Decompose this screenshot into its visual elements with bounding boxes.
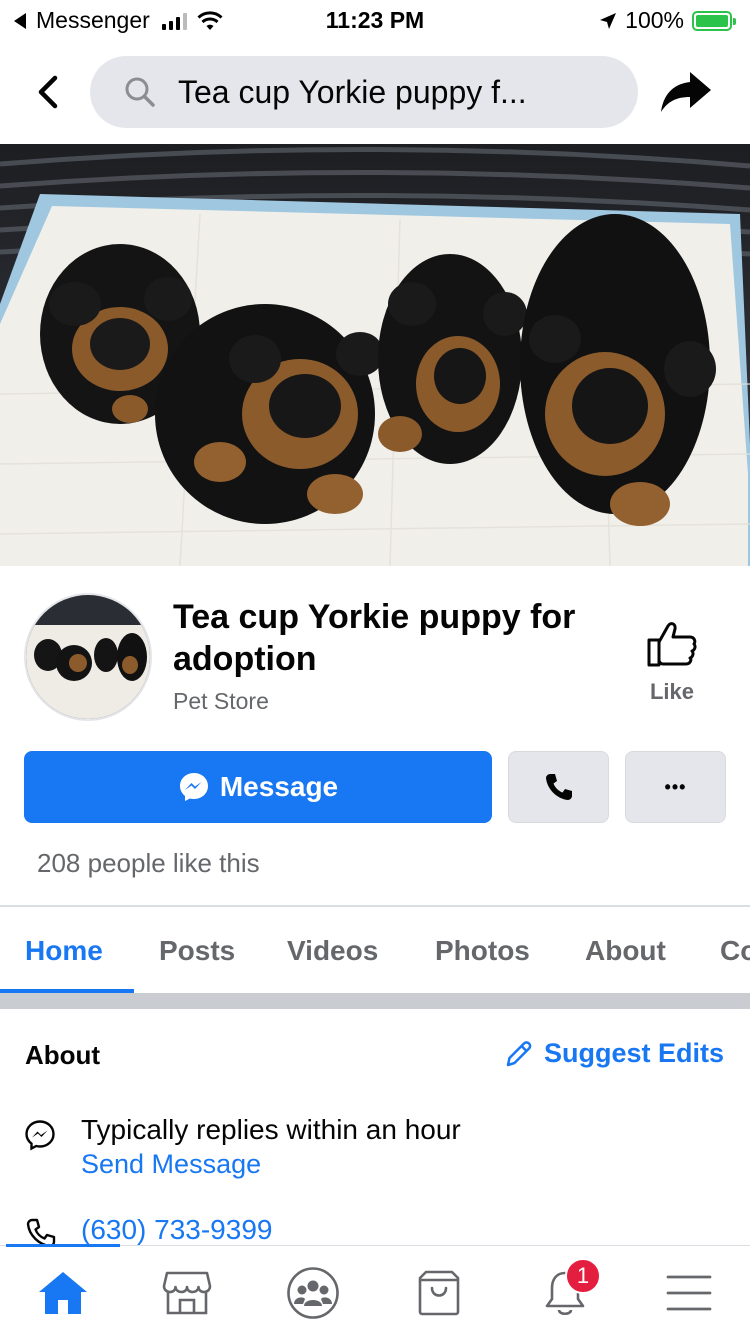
status-bar: Messenger 11:23 PM 100% xyxy=(0,0,750,40)
pencil-icon xyxy=(506,1040,532,1066)
suggest-edits-label: Suggest Edits xyxy=(543,1038,724,1068)
phone-icon xyxy=(545,774,572,800)
tab-videos[interactable]: Videos xyxy=(287,935,378,967)
search-icon xyxy=(125,77,155,107)
nav-notifications[interactable]: 1 xyxy=(537,1258,601,1318)
shop-icon xyxy=(418,1270,460,1316)
bottom-nav: 1 xyxy=(0,1244,750,1334)
battery-icon xyxy=(692,10,736,31)
send-message-link[interactable]: Send Message xyxy=(81,1149,261,1180)
share-icon[interactable] xyxy=(660,70,712,114)
menu-icon xyxy=(666,1275,712,1311)
search-query: Tea cup Yorkie puppy f... xyxy=(178,73,527,110)
suggest-edits-link[interactable]: Suggest Edits xyxy=(504,1038,724,1069)
home-icon xyxy=(39,1272,87,1314)
notification-badge: 1 xyxy=(565,1258,601,1294)
nav-marketplace[interactable] xyxy=(159,1268,215,1318)
location-icon xyxy=(600,12,617,29)
section-separator xyxy=(0,993,750,1009)
page-tabs: Home Posts Videos Photos About Co xyxy=(0,907,750,995)
page-title: Tea cup Yorkie puppy for adoption xyxy=(173,598,576,678)
like-button[interactable]: Like xyxy=(630,620,714,705)
battery-percent: 100% xyxy=(625,7,684,33)
likes-count[interactable]: 208 people like this xyxy=(37,848,260,879)
more-options-button[interactable]: ••• xyxy=(625,751,726,823)
search-bar[interactable]: Tea cup Yorkie puppy f... xyxy=(90,56,638,128)
call-button[interactable] xyxy=(508,751,609,823)
page-category[interactable]: Pet Store xyxy=(173,688,269,715)
tab-posts[interactable]: Posts xyxy=(159,935,235,967)
nav-shop[interactable] xyxy=(411,1268,467,1318)
cover-photo[interactable] xyxy=(0,144,750,566)
back-chevron-icon[interactable] xyxy=(30,72,70,112)
nav-bar: Tea cup Yorkie puppy f... xyxy=(0,56,750,128)
cover-image xyxy=(0,144,750,566)
scroll-indicator xyxy=(6,1244,120,1247)
nav-menu[interactable] xyxy=(661,1268,717,1318)
groups-icon xyxy=(287,1267,339,1319)
message-label: Message xyxy=(219,771,339,802)
thumbs-up-icon xyxy=(647,622,697,667)
status-right: 100% xyxy=(599,7,736,34)
profile-picture[interactable] xyxy=(24,593,152,721)
tab-community[interactable]: Co xyxy=(720,935,750,967)
tab-about[interactable]: About xyxy=(585,935,666,967)
tab-photos[interactable]: Photos xyxy=(435,935,530,967)
phone-number-link[interactable]: (630) 733-9399 xyxy=(81,1214,272,1246)
profile-image xyxy=(26,595,150,719)
about-heading: About xyxy=(25,1040,101,1070)
message-button[interactable]: Message xyxy=(24,751,492,823)
marketplace-icon xyxy=(162,1271,212,1315)
tab-home[interactable]: Home xyxy=(25,935,103,967)
more-icon: ••• xyxy=(664,776,687,797)
like-label: Like xyxy=(649,679,695,704)
reply-time-text: Typically replies within an hour xyxy=(81,1114,461,1145)
messenger-outline-icon xyxy=(25,1120,55,1151)
messenger-icon xyxy=(179,773,208,801)
nav-groups[interactable] xyxy=(285,1267,341,1319)
nav-home[interactable] xyxy=(35,1268,91,1318)
